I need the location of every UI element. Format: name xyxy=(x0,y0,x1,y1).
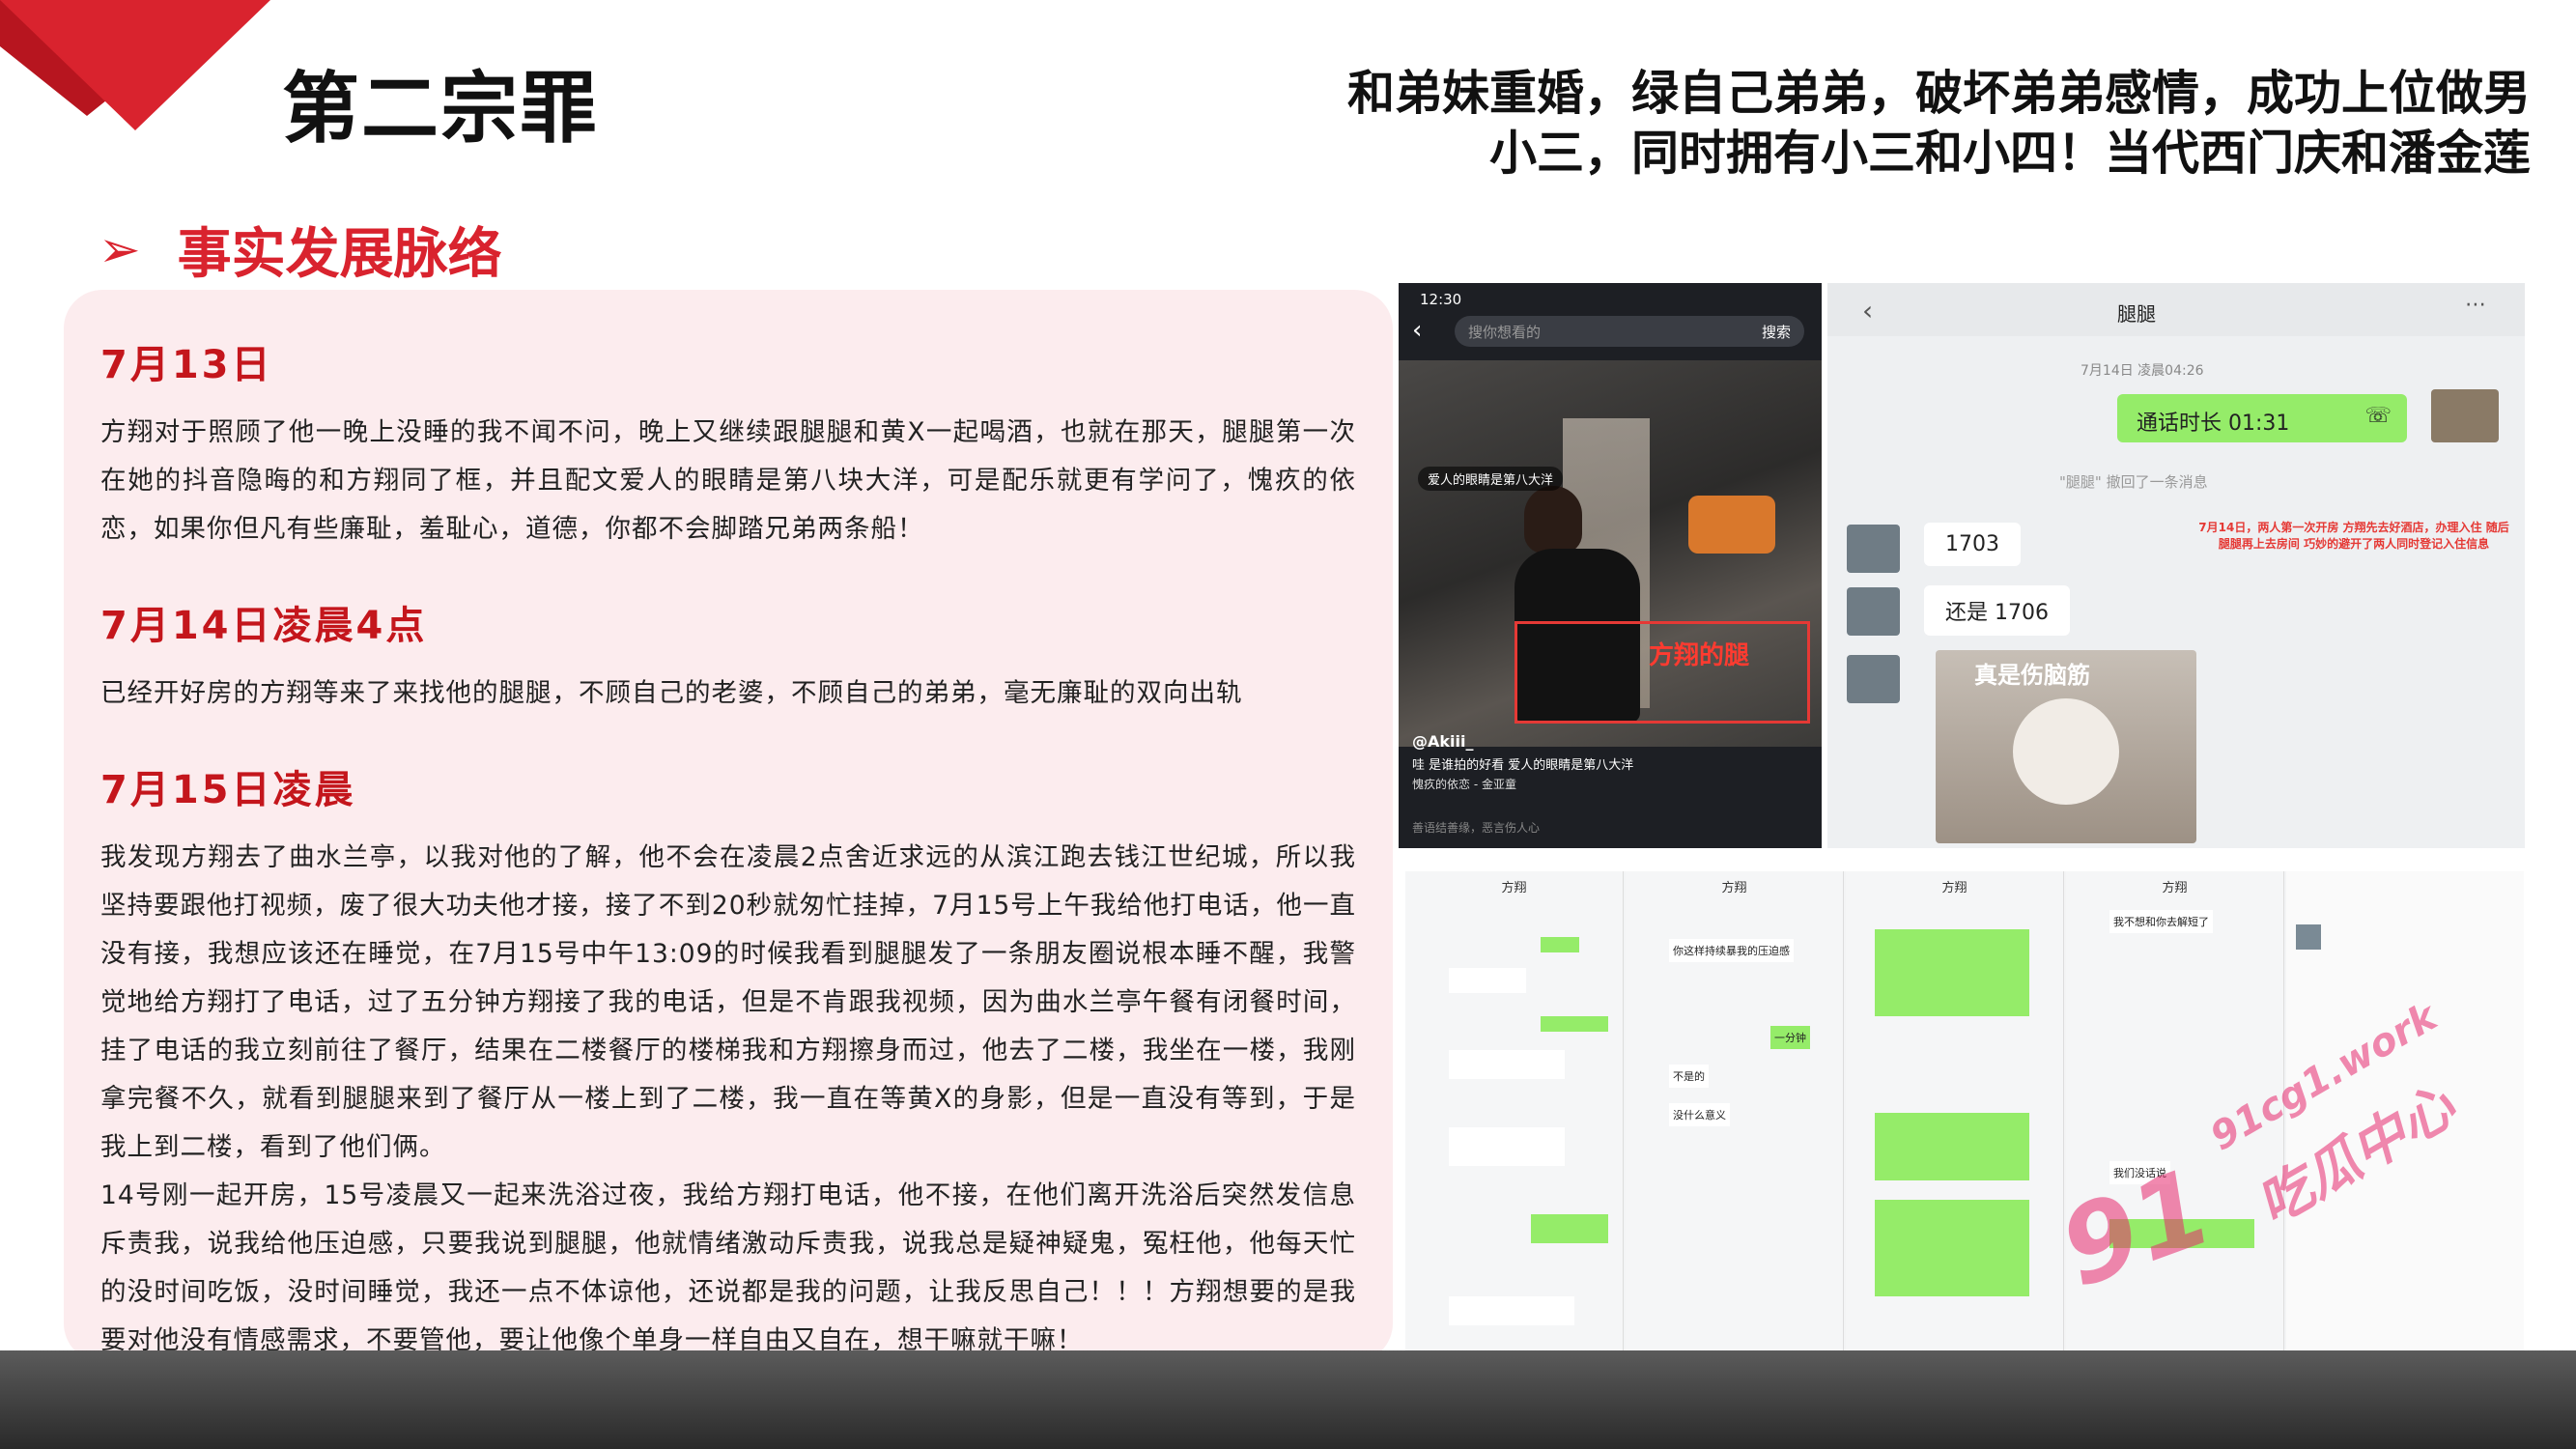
person-head xyxy=(1524,486,1582,554)
more-icon: ⋯ xyxy=(2465,293,2486,317)
orange-pillow xyxy=(1688,496,1775,554)
chat-panel-2: 方翔 你这样持续暴我的压迫感 不是的 没什么意义 一分钟 xyxy=(1626,871,1844,1350)
douyin-screenshot: 12:30 ‹ 搜你想看的 搜索 爱人的眼睛是第八大洋 方翔的腿 @Akiii_… xyxy=(1399,283,1822,848)
arrow-bullet-icon: ➢ xyxy=(99,220,141,279)
event-text: 方翔对于照顾了他一晚上没睡的我不闻不问，晚上又继续跟腿腿和黄X一起喝酒，也就在那… xyxy=(100,417,1356,544)
white-bubble xyxy=(1449,968,1526,993)
green-bubble xyxy=(1541,937,1579,952)
green-bubble xyxy=(1531,1214,1608,1243)
status-time: 12:30 xyxy=(1420,291,1462,308)
event-date: 7月13日 xyxy=(100,343,273,387)
event-block-1: 7月13日 方翔对于照顾了他一晚上没睡的我不闻不问，晚上又继续跟腿腿和黄X一起喝… xyxy=(100,333,1356,554)
chat-panel-title: 方翔 xyxy=(1501,881,1527,895)
avatar xyxy=(2296,924,2321,950)
event-paragraph: 我发现方翔去了曲水兰亭，以我对他的了解，他不会在凌晨2点舍近求远的从滨江跑去钱江… xyxy=(100,842,1356,1162)
search-button: 搜索 xyxy=(1761,324,1791,341)
message-bubble: 一分钟 xyxy=(1770,1026,1810,1049)
message-bubble: 不是的 xyxy=(1669,1065,1709,1088)
avatar xyxy=(2431,389,2499,442)
green-bubble xyxy=(1875,929,2029,1016)
message-bubble: 我不想和你去解短了 xyxy=(2109,910,2213,933)
white-bubble xyxy=(1449,1127,1565,1166)
avatar xyxy=(1847,587,1900,636)
comment-placeholder: 善语结善缘，恶言伤人心 xyxy=(1412,821,1541,835)
white-bubble xyxy=(1449,1296,1574,1325)
call-duration: 通话时长 01:31 xyxy=(2137,412,2290,436)
highlight-box: 方翔的腿 xyxy=(1514,621,1810,724)
subtitle-line-2: 小三，同时拥有小三和小四！当代西门庆和潘金莲 xyxy=(1488,126,2531,181)
green-bubble xyxy=(1875,1113,2029,1180)
chat-panel-1: 方翔 xyxy=(1405,871,1624,1350)
slide-title: 第二宗罪 xyxy=(282,64,599,154)
avatar xyxy=(1847,525,1900,573)
video-tag: 爱人的眼睛是第八大洋 xyxy=(1418,467,1564,491)
chat-panel-3: 方翔 xyxy=(1846,871,2064,1350)
phone-icon: ☏ xyxy=(2364,404,2392,428)
video-music: 愧疚的依恋 - 金亚童 xyxy=(1412,778,1516,791)
white-bubble xyxy=(1449,1050,1565,1079)
video-author: @Akiii_ xyxy=(1412,732,1474,751)
chat-contact-name: 腿腿 xyxy=(2117,302,2156,326)
event-date: 7月15日凌晨 xyxy=(100,768,356,812)
video-caption: 哇 是谁拍的好看 爱人的眼睛是第八大洋 xyxy=(1412,758,1634,773)
chat-timestamp: 7月14日 凌晨04:26 xyxy=(2081,363,2204,379)
wechat-screenshot: ‹ 腿腿 ⋯ 7月14日 凌晨04:26 通话时长 01:31 ☏ "腿腿" 撤… xyxy=(1827,283,2525,848)
message-bubble: 你这样持续暴我的压迫感 xyxy=(1669,939,1794,962)
event-block-2: 7月14日凌晨4点 已经开好房的方翔等来了来找他的腿腿，不顾自己的老婆，不顾自己… xyxy=(100,594,1356,718)
corner-decoration xyxy=(0,0,270,130)
subtitle-line-1: 和弟妹重婚，绿自己弟弟，破坏弟弟感情，成功上位做男 xyxy=(1346,66,2531,121)
avatar xyxy=(1847,655,1900,703)
footer-bar xyxy=(0,1350,2576,1449)
back-arrow-icon: ‹ xyxy=(1862,295,1874,327)
event-text: 我发现方翔去了曲水兰亭，以我对他的了解，他不会在凌晨2点舍近求远的从滨江跑去钱江… xyxy=(100,834,1356,1365)
video-frame: 爱人的眼睛是第八大洋 方翔的腿 xyxy=(1399,360,1822,747)
green-bubble xyxy=(1541,1016,1608,1032)
search-placeholder: 搜你想看的 xyxy=(1468,324,1542,341)
cat-sticker: 真是伤脑筋 xyxy=(1936,650,2196,843)
section-heading: ➢ 事实发展脉络 xyxy=(99,211,502,289)
chat-header: ‹ 腿腿 ⋯ xyxy=(1827,283,2525,336)
search-bar: 搜你想看的 搜索 xyxy=(1455,316,1804,347)
sticker-text: 真是伤脑筋 xyxy=(1974,662,2090,689)
highlight-label: 方翔的腿 xyxy=(1648,641,1749,670)
annotation-note: 7月14日，两人第一次开房 方翔先去好酒店，办理入住 随后腿腿再上去房间 巧妙的… xyxy=(2198,521,2509,551)
event-text: 已经开好房的方翔等来了来找他的腿腿，不顾自己的老婆，不顾自己的弟弟，毫无廉耻的双… xyxy=(100,678,1243,708)
event-date: 7月14日凌晨4点 xyxy=(100,604,428,648)
message-bubble: 没什么意义 xyxy=(1669,1103,1730,1126)
chat-history-strip: 方翔 方翔 你这样持续暴我的压迫感 不是的 没什么意义 一分钟 方翔 方翔 我不… xyxy=(1405,871,2524,1350)
message-bubble: 还是 1706 xyxy=(1924,585,2070,636)
call-bubble: 通话时长 01:31 ☏ xyxy=(2117,394,2407,442)
event-block-3: 7月15日凌晨 我发现方翔去了曲水兰亭，以我对他的了解，他不会在凌晨2点舍近求远… xyxy=(100,758,1356,1365)
slide-subtitle: 和弟妹重婚，绿自己弟弟，破坏弟弟感情，成功上位做男 小三，同时拥有小三和小四！当… xyxy=(1178,64,2531,184)
chat-panel-title: 方翔 xyxy=(1941,881,1967,895)
message-bubble: 1703 xyxy=(1924,523,2021,566)
chat-panel-title: 方翔 xyxy=(1721,881,1747,895)
back-arrow-icon: ‹ xyxy=(1412,316,1423,345)
cat-face xyxy=(2013,698,2119,805)
section-title: 事实发展脉络 xyxy=(177,223,502,286)
recalled-notice: "腿腿" 撤回了一条消息 xyxy=(2059,473,2208,491)
event-paragraph: 14号刚一起开房，15号凌晨又一起来洗浴过夜，我给方翔打电话，他不接，在他们离开… xyxy=(100,1180,1356,1355)
green-bubble xyxy=(1875,1200,2029,1296)
chat-panel-title: 方翔 xyxy=(2162,881,2188,895)
